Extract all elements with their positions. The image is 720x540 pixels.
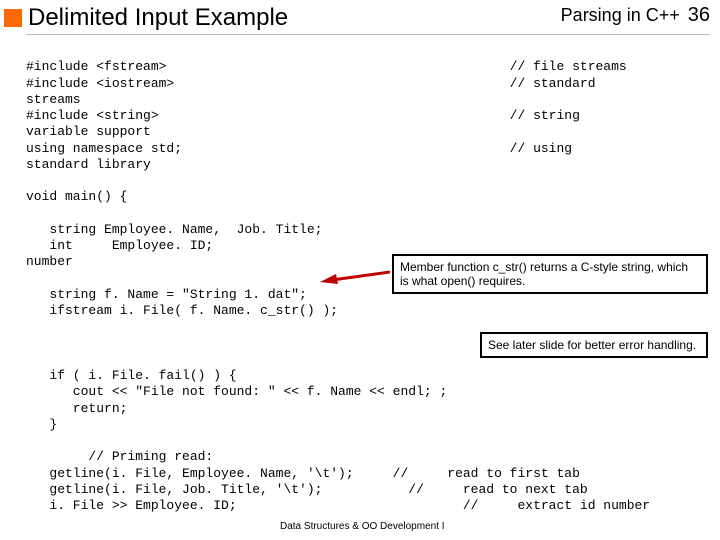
footer-text: Data Structures & OO Development I: [280, 521, 445, 532]
divider: [26, 34, 710, 35]
slide-subtitle: Parsing in C++: [561, 5, 680, 26]
code-line: return;: [26, 401, 127, 416]
arrow-icon: [320, 266, 390, 286]
code-line: string f. Name = "String 1. dat";: [26, 287, 307, 302]
callout-text: See later slide for better error handlin…: [488, 338, 696, 352]
page-number: 36: [688, 4, 710, 27]
code-line: getline(i. File, Employee. Name, '\t'); …: [26, 466, 580, 481]
code-line: standard library: [26, 157, 151, 172]
title-block: Delimited Input Example: [4, 4, 288, 32]
callout-cstr: Member function c_str() returns a C-styl…: [392, 254, 708, 294]
code-line: ifstream i. File( f. Name. c_str() );: [26, 303, 338, 318]
code-line: getline(i. File, Job. Title, '\t'); // r…: [26, 482, 588, 497]
code-line: using namespace std; // using: [26, 141, 572, 156]
code-line: i. File >> Employee. ID; // extract id n…: [26, 498, 650, 513]
code-line: if ( i. File. fail() ) {: [26, 368, 237, 383]
code-line: // Priming read:: [26, 449, 213, 464]
code-line: string Employee. Name, Job. Title;: [26, 222, 322, 237]
code-line: streams: [26, 92, 81, 107]
header-right: Parsing in C++ 36: [561, 4, 710, 27]
code-line: }: [26, 417, 57, 432]
code-line: cout << "File not found: " << f. Name <<…: [26, 384, 447, 399]
slide-header: Delimited Input Example Parsing in C++ 3…: [0, 0, 720, 34]
code-line: number: [26, 254, 73, 269]
bullet-square-icon: [4, 9, 22, 27]
code-line: int Employee. ID;: [26, 238, 213, 253]
code-line: #include <iostream> // standard: [26, 76, 596, 91]
code-line: void main() {: [26, 189, 127, 204]
code-line: #include <fstream> // file streams: [26, 59, 627, 74]
code-line: #include <string> // string: [26, 108, 580, 123]
slide-title: Delimited Input Example: [28, 4, 288, 32]
code-line: variable support: [26, 124, 151, 139]
callout-error-handling: See later slide for better error handlin…: [480, 332, 708, 358]
callout-text: Member function c_str() returns a C-styl…: [400, 260, 688, 288]
